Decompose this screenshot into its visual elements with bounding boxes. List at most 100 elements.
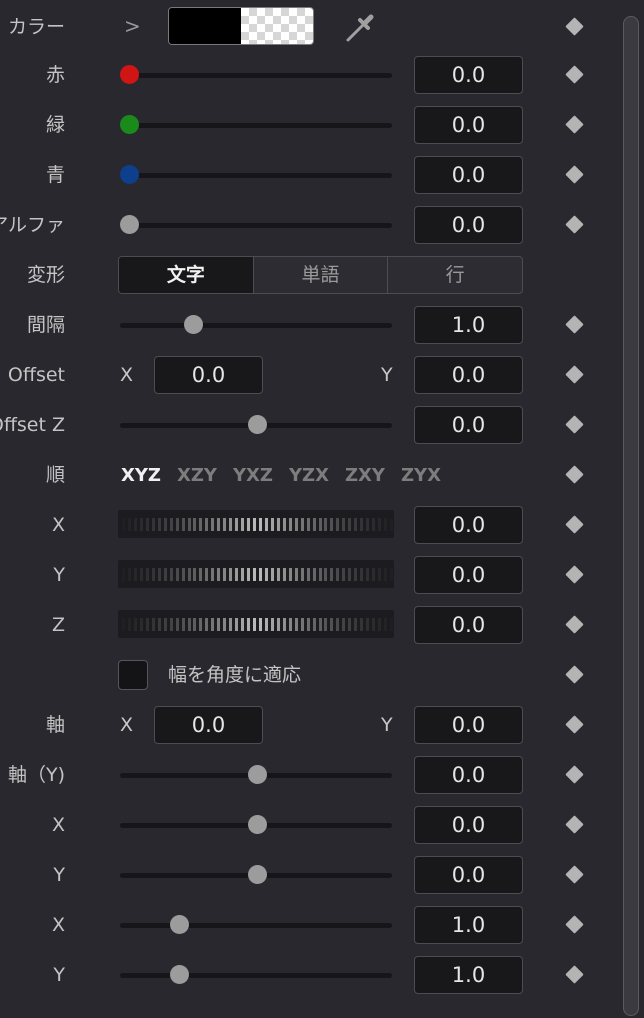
jog-wheel-tick	[139, 618, 143, 631]
jog-wheel-tick	[264, 618, 268, 631]
keyframe-diamond-icon[interactable]	[565, 865, 584, 884]
fit-width-checkbox[interactable]	[118, 660, 148, 690]
offset-z-value-field[interactable]: 0.0	[414, 406, 523, 444]
keyframe-diamond-icon[interactable]	[565, 965, 584, 984]
spacing-slider-knob[interactable]	[184, 315, 203, 334]
offset-label: Offset	[7, 364, 65, 386]
rotation-y-row: Y 0.0	[0, 550, 610, 600]
offset-y-field[interactable]: 0.0	[414, 356, 523, 394]
keyframe-diamond-icon[interactable]	[565, 215, 584, 234]
param-y2-value-field[interactable]: 1.0	[414, 956, 523, 994]
spacing-label: 間隔	[26, 314, 65, 336]
keyframe-diamond-icon[interactable]	[565, 715, 584, 734]
transform-option-word[interactable]: 単語	[254, 257, 389, 293]
keyframe-diamond-icon[interactable]	[565, 915, 584, 934]
jog-wheel-tick	[390, 568, 393, 581]
jog-wheel-tick	[270, 518, 274, 531]
alpha-slider[interactable]	[120, 223, 392, 228]
rotation-x-value-field[interactable]: 0.0	[414, 506, 523, 544]
keyframe-diamond-icon[interactable]	[565, 365, 584, 384]
red-row: 赤 0.0	[0, 50, 610, 100]
rotation-z-jog-wheel[interactable]	[118, 610, 394, 638]
vertical-scrollbar[interactable]	[623, 16, 639, 1016]
jog-wheel-tick	[235, 518, 239, 531]
blue-value-field[interactable]: 0.0	[414, 156, 523, 194]
param-y2-slider[interactable]	[120, 973, 392, 978]
alpha-value-field[interactable]: 0.0	[414, 206, 523, 244]
alpha-slider-knob[interactable]	[120, 215, 139, 234]
axis-y-field[interactable]: 0.0	[414, 706, 523, 744]
transform-label: 変形	[26, 264, 65, 286]
param-y1-value-field[interactable]: 0.0	[414, 856, 523, 894]
rotation-z-value-field[interactable]: 0.0	[414, 606, 523, 644]
param-y2-slider-knob[interactable]	[170, 965, 189, 984]
offset-z-slider-knob[interactable]	[248, 415, 267, 434]
rotation-x-row: X 0.0	[0, 500, 610, 550]
param-x2-slider-knob[interactable]	[170, 915, 189, 934]
jog-wheel-tick	[276, 618, 280, 631]
rotation-y-jog-wheel[interactable]	[118, 560, 394, 588]
jog-wheel-tick	[193, 568, 197, 581]
order-option-zyx[interactable]: ZYX	[401, 463, 441, 489]
transform-option-character[interactable]: 文字	[119, 257, 254, 293]
order-option-zxy[interactable]: ZXY	[345, 463, 385, 489]
jog-wheel-tick	[253, 518, 257, 531]
jog-wheel-tick	[318, 518, 322, 531]
order-option-yxz[interactable]: YXZ	[233, 463, 273, 489]
rotation-y-value-field[interactable]: 0.0	[414, 556, 523, 594]
param-x1-slider-knob[interactable]	[248, 815, 267, 834]
order-option-xyz[interactable]: XYZ	[121, 463, 161, 489]
offset-x-label: X	[120, 364, 134, 386]
spacing-slider[interactable]	[120, 323, 392, 328]
jog-wheel-tick	[229, 568, 233, 581]
order-option-xzy[interactable]: XZY	[177, 463, 217, 489]
blue-slider[interactable]	[120, 173, 392, 178]
alpha-row: アルファ 0.0	[0, 200, 610, 250]
color-swatch[interactable]	[168, 7, 314, 45]
keyframe-diamond-icon[interactable]	[565, 665, 584, 684]
keyframe-diamond-icon[interactable]	[565, 65, 584, 84]
axis-y-value-field[interactable]: 0.0	[414, 756, 523, 794]
keyframe-diamond-icon[interactable]	[565, 565, 584, 584]
keyframe-diamond-icon[interactable]	[565, 515, 584, 534]
blue-slider-knob[interactable]	[120, 165, 139, 184]
param-x2-slider[interactable]	[120, 923, 392, 928]
red-value-field[interactable]: 0.0	[414, 56, 523, 94]
spacing-value-field[interactable]: 1.0	[414, 306, 523, 344]
order-option-yzx[interactable]: YZX	[289, 463, 329, 489]
keyframe-diamond-icon[interactable]	[565, 465, 584, 484]
jog-wheel-tick	[288, 518, 292, 531]
scrollbar-thumb[interactable]	[623, 16, 639, 1016]
expand-chevron-icon[interactable]: >	[124, 13, 141, 39]
jog-wheel-tick	[270, 568, 274, 581]
keyframe-diamond-icon[interactable]	[565, 315, 584, 334]
axis-y-label: Y	[381, 714, 393, 736]
transform-option-line[interactable]: 行	[388, 257, 522, 293]
eyedropper-icon[interactable]	[344, 12, 376, 44]
param-x1-value-field[interactable]: 0.0	[414, 806, 523, 844]
rotation-x-jog-wheel[interactable]	[118, 510, 394, 538]
param-x1-label: X	[51, 814, 65, 836]
keyframe-diamond-icon[interactable]	[565, 615, 584, 634]
jog-wheel-tick	[247, 568, 251, 581]
keyframe-diamond-icon[interactable]	[565, 115, 584, 134]
axis-x-field[interactable]: 0.0	[154, 706, 263, 744]
keyframe-diamond-icon[interactable]	[565, 815, 584, 834]
blue-row: 青 0.0	[0, 150, 610, 200]
red-slider[interactable]	[120, 73, 392, 78]
green-slider[interactable]	[120, 123, 392, 128]
red-slider-knob[interactable]	[120, 65, 139, 84]
axis-y-slider-knob[interactable]	[248, 765, 267, 784]
keyframe-diamond-icon[interactable]	[565, 765, 584, 784]
keyframe-diamond-icon[interactable]	[565, 415, 584, 434]
jog-wheel-tick	[270, 618, 274, 631]
offset-x-field[interactable]: 0.0	[154, 356, 263, 394]
keyframe-diamond-icon[interactable]	[565, 17, 584, 36]
jog-wheel-tick	[342, 518, 346, 531]
keyframe-diamond-icon[interactable]	[565, 165, 584, 184]
green-value-field[interactable]: 0.0	[414, 106, 523, 144]
green-slider-knob[interactable]	[120, 115, 139, 134]
jog-wheel-tick	[348, 618, 352, 631]
param-y1-slider-knob[interactable]	[248, 865, 267, 884]
param-x2-value-field[interactable]: 1.0	[414, 906, 523, 944]
